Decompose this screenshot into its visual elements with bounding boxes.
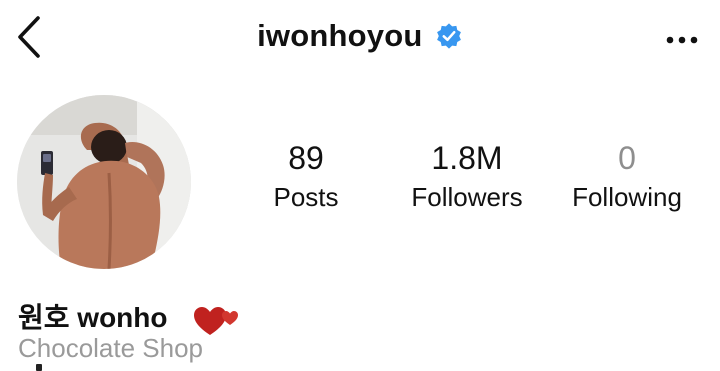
- following-label: Following: [572, 182, 682, 212]
- posts-label: Posts: [273, 182, 339, 212]
- following-count: 0: [618, 140, 636, 176]
- username-row: iwonhoyou: [0, 18, 720, 54]
- profile-avatar[interactable]: [17, 95, 191, 269]
- username: iwonhoyou: [257, 18, 423, 53]
- followers-label: Followers: [411, 182, 523, 212]
- stat-following[interactable]: 0 Following: [537, 140, 717, 214]
- stat-posts[interactable]: 89 Posts: [216, 140, 396, 214]
- followers-count: 1.8M: [431, 140, 503, 176]
- verified-badge-icon: [437, 23, 461, 49]
- profile-category: Chocolate Shop: [18, 333, 204, 363]
- ellipsis-icon: [666, 36, 698, 44]
- bio-text-partial: [36, 364, 42, 371]
- posts-count: 89: [288, 140, 324, 176]
- stat-followers[interactable]: 1.8M Followers: [377, 140, 557, 214]
- more-options-button[interactable]: [660, 28, 704, 52]
- profile-header: iwonhoyou: [0, 0, 720, 80]
- display-name: 원호 wonho: [18, 302, 168, 333]
- avatar-photo: [17, 95, 191, 269]
